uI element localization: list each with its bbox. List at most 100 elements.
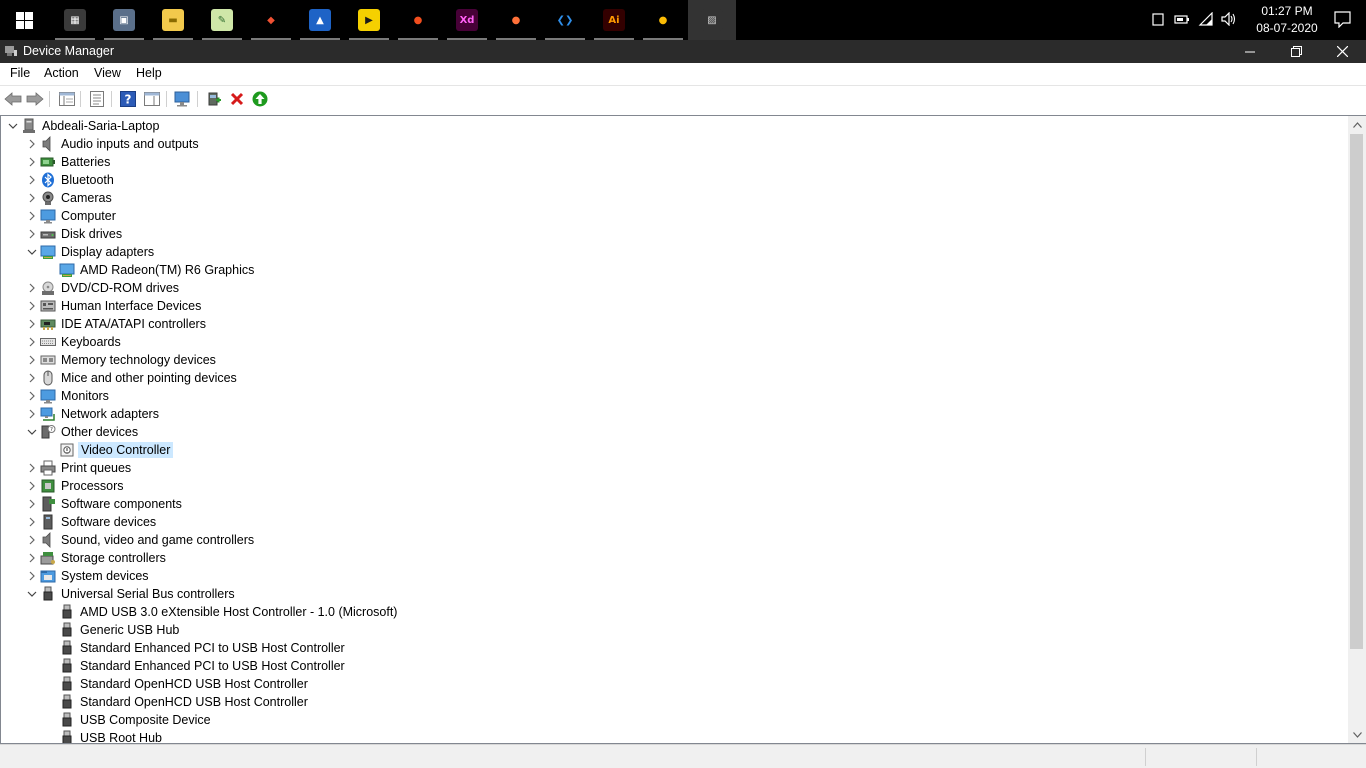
collapse-chevron-icon[interactable]: [24, 586, 40, 602]
tree-category[interactable]: Print queues: [24, 459, 133, 477]
tree-device[interactable]: USB Root Hub: [43, 729, 164, 743]
expand-chevron-icon[interactable]: [24, 406, 40, 422]
update-driver-button[interactable]: [204, 89, 224, 109]
expand-chevron-icon[interactable]: [24, 532, 40, 548]
scroll-down-button[interactable]: [1348, 726, 1366, 743]
taskbar-app-adobe-xd[interactable]: Xd: [443, 0, 491, 40]
action-pane-button[interactable]: [142, 89, 162, 109]
tree-device[interactable]: Standard Enhanced PCI to USB Host Contro…: [43, 657, 347, 675]
tree-category[interactable]: Batteries: [24, 153, 112, 171]
taskbar-app-device-manager[interactable]: ▨: [688, 0, 736, 40]
expand-chevron-icon[interactable]: [24, 154, 40, 170]
minimize-button[interactable]: [1227, 40, 1273, 63]
menu-file[interactable]: File: [10, 66, 30, 80]
tree-category[interactable]: Mice and other pointing devices: [24, 369, 239, 387]
expand-chevron-icon[interactable]: [24, 478, 40, 494]
expand-chevron-icon[interactable]: [24, 226, 40, 242]
volume-icon[interactable]: [1221, 12, 1237, 26]
taskbar-app-vlc-player[interactable]: ▶: [345, 0, 393, 40]
clock[interactable]: 01:27 PM 08-07-2020: [1252, 3, 1322, 37]
tree-category[interactable]: Storage controllers: [24, 549, 168, 567]
uninstall-device-button[interactable]: [227, 89, 247, 109]
scan-hardware-changes-button[interactable]: [173, 89, 193, 109]
taskbar-app-file-explorer[interactable]: ▬: [149, 0, 197, 40]
tree-category[interactable]: Bluetooth: [24, 171, 116, 189]
action-center-icon[interactable]: [1334, 11, 1351, 28]
collapse-chevron-icon[interactable]: [24, 424, 40, 440]
scrollbar-thumb[interactable]: [1350, 134, 1363, 649]
taskbar-app-firefox[interactable]: ●: [492, 0, 540, 40]
tree-category[interactable]: Cameras: [24, 189, 114, 207]
tree-device[interactable]: Standard Enhanced PCI to USB Host Contro…: [43, 639, 347, 657]
scroll-up-button[interactable]: [1348, 116, 1366, 133]
tree-category[interactable]: Monitors: [24, 387, 111, 405]
expand-chevron-icon[interactable]: [24, 334, 40, 350]
tree-device[interactable]: AMD Radeon(TM) R6 Graphics: [43, 261, 256, 279]
start-button[interactable]: [0, 0, 48, 40]
taskbar-app-photo-viewer[interactable]: ▲: [296, 0, 344, 40]
tree-category[interactable]: Processors: [24, 477, 126, 495]
taskbar-app-figma[interactable]: ●: [394, 0, 442, 40]
tree-category[interactable]: Software devices: [24, 513, 158, 531]
tree-category[interactable]: Keyboards: [24, 333, 123, 351]
expand-chevron-icon[interactable]: [24, 568, 40, 584]
taskbar-app-adobe-illustrator[interactable]: Ai: [590, 0, 638, 40]
taskbar-app-notepad[interactable]: ✎: [198, 0, 246, 40]
tree-root[interactable]: Abdeali-Saria-Laptop: [5, 117, 161, 135]
wifi-icon[interactable]: [1198, 12, 1214, 26]
tree-device[interactable]: USB Composite Device: [43, 711, 213, 729]
tree-device[interactable]: Generic USB Hub: [43, 621, 181, 639]
help-button[interactable]: ?: [118, 89, 138, 109]
expand-chevron-icon[interactable]: [24, 172, 40, 188]
menu-action[interactable]: Action: [44, 66, 79, 80]
expand-chevron-icon[interactable]: [24, 316, 40, 332]
expand-chevron-icon[interactable]: [24, 298, 40, 314]
show-hide-console-tree-button[interactable]: [57, 89, 77, 109]
expand-chevron-icon[interactable]: [24, 352, 40, 368]
battery-charging-icon[interactable]: [1174, 14, 1190, 25]
tree-device[interactable]: Video Controller: [43, 441, 174, 459]
collapse-chevron-icon[interactable]: [24, 244, 40, 260]
tree-category[interactable]: Display adapters: [24, 243, 156, 261]
tablet-mode-icon[interactable]: [1152, 13, 1164, 26]
tree-category[interactable]: ? Other devices: [24, 423, 140, 441]
tree-device[interactable]: AMD USB 3.0 eXtensible Host Controller -…: [43, 603, 399, 621]
tree-category[interactable]: Disk drives: [24, 225, 124, 243]
tree-category[interactable]: Network adapters: [24, 405, 161, 423]
tree-category[interactable]: Universal Serial Bus controllers: [24, 585, 237, 603]
properties-button[interactable]: [87, 89, 107, 109]
taskbar-app-photos[interactable]: ▣: [100, 0, 148, 40]
taskbar-app-chrome[interactable]: ●: [639, 0, 687, 40]
taskbar-app-git[interactable]: ◆: [247, 0, 295, 40]
taskbar-app-vs-code[interactable]: ❮❯: [541, 0, 589, 40]
restore-button[interactable]: [1273, 40, 1319, 63]
expand-chevron-icon[interactable]: [24, 208, 40, 224]
tree-category[interactable]: Audio inputs and outputs: [24, 135, 201, 153]
tree-device[interactable]: Standard OpenHCD USB Host Controller: [43, 693, 310, 711]
tree-device[interactable]: Standard OpenHCD USB Host Controller: [43, 675, 310, 693]
expand-chevron-icon[interactable]: [24, 460, 40, 476]
tree-category[interactable]: Software components: [24, 495, 184, 513]
back-button[interactable]: [3, 89, 23, 109]
expand-chevron-icon[interactable]: [24, 514, 40, 530]
tree-category[interactable]: IDE ATA/ATAPI controllers: [24, 315, 208, 333]
collapse-chevron-icon[interactable]: [5, 118, 21, 134]
expand-chevron-icon[interactable]: [24, 496, 40, 512]
menu-help[interactable]: Help: [136, 66, 162, 80]
expand-chevron-icon[interactable]: [24, 136, 40, 152]
tree-category[interactable]: DVD/CD-ROM drives: [24, 279, 181, 297]
tree-category[interactable]: Sound, video and game controllers: [24, 531, 256, 549]
taskbar-app-calculator[interactable]: ▦: [51, 0, 99, 40]
close-button[interactable]: [1319, 40, 1365, 63]
tree-category[interactable]: Human Interface Devices: [24, 297, 203, 315]
expand-chevron-icon[interactable]: [24, 388, 40, 404]
menu-view[interactable]: View: [94, 66, 121, 80]
tree-category[interactable]: Computer: [24, 207, 118, 225]
expand-chevron-icon[interactable]: [24, 280, 40, 296]
tree-category[interactable]: Memory technology devices: [24, 351, 218, 369]
expand-chevron-icon[interactable]: [24, 370, 40, 386]
forward-button[interactable]: [25, 89, 45, 109]
expand-chevron-icon[interactable]: [24, 550, 40, 566]
tree-category[interactable]: System devices: [24, 567, 151, 585]
vertical-scrollbar[interactable]: [1348, 116, 1366, 743]
